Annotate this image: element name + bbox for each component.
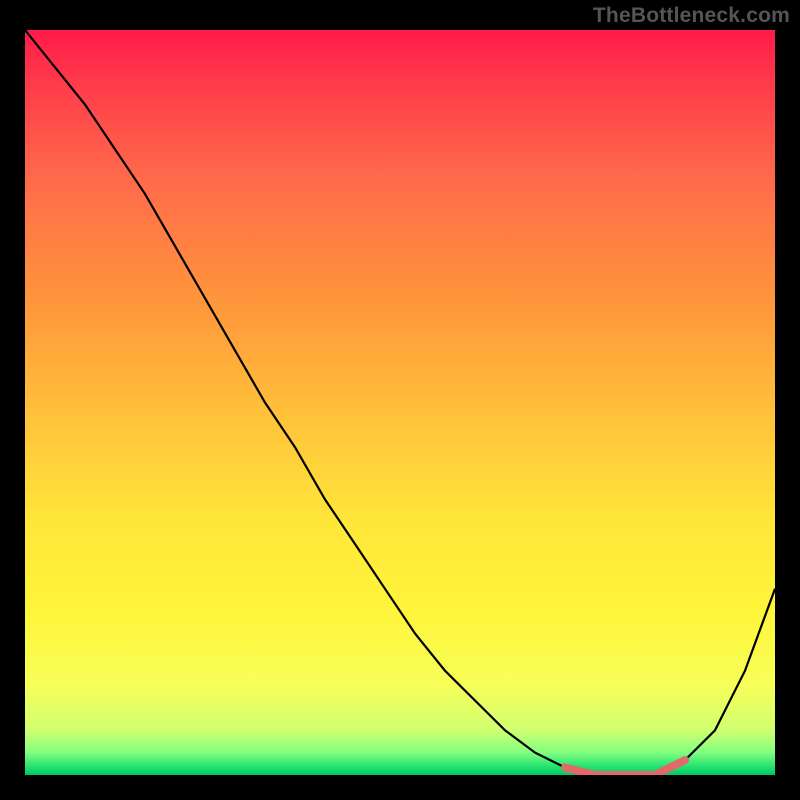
watermark-text: TheBottleneck.com	[593, 4, 790, 28]
bottleneck-highlight	[565, 760, 685, 775]
plot-area	[25, 30, 775, 775]
bottleneck-curve	[25, 30, 775, 775]
chart-svg	[25, 30, 775, 775]
chart-root: TheBottleneck.com	[0, 0, 800, 800]
